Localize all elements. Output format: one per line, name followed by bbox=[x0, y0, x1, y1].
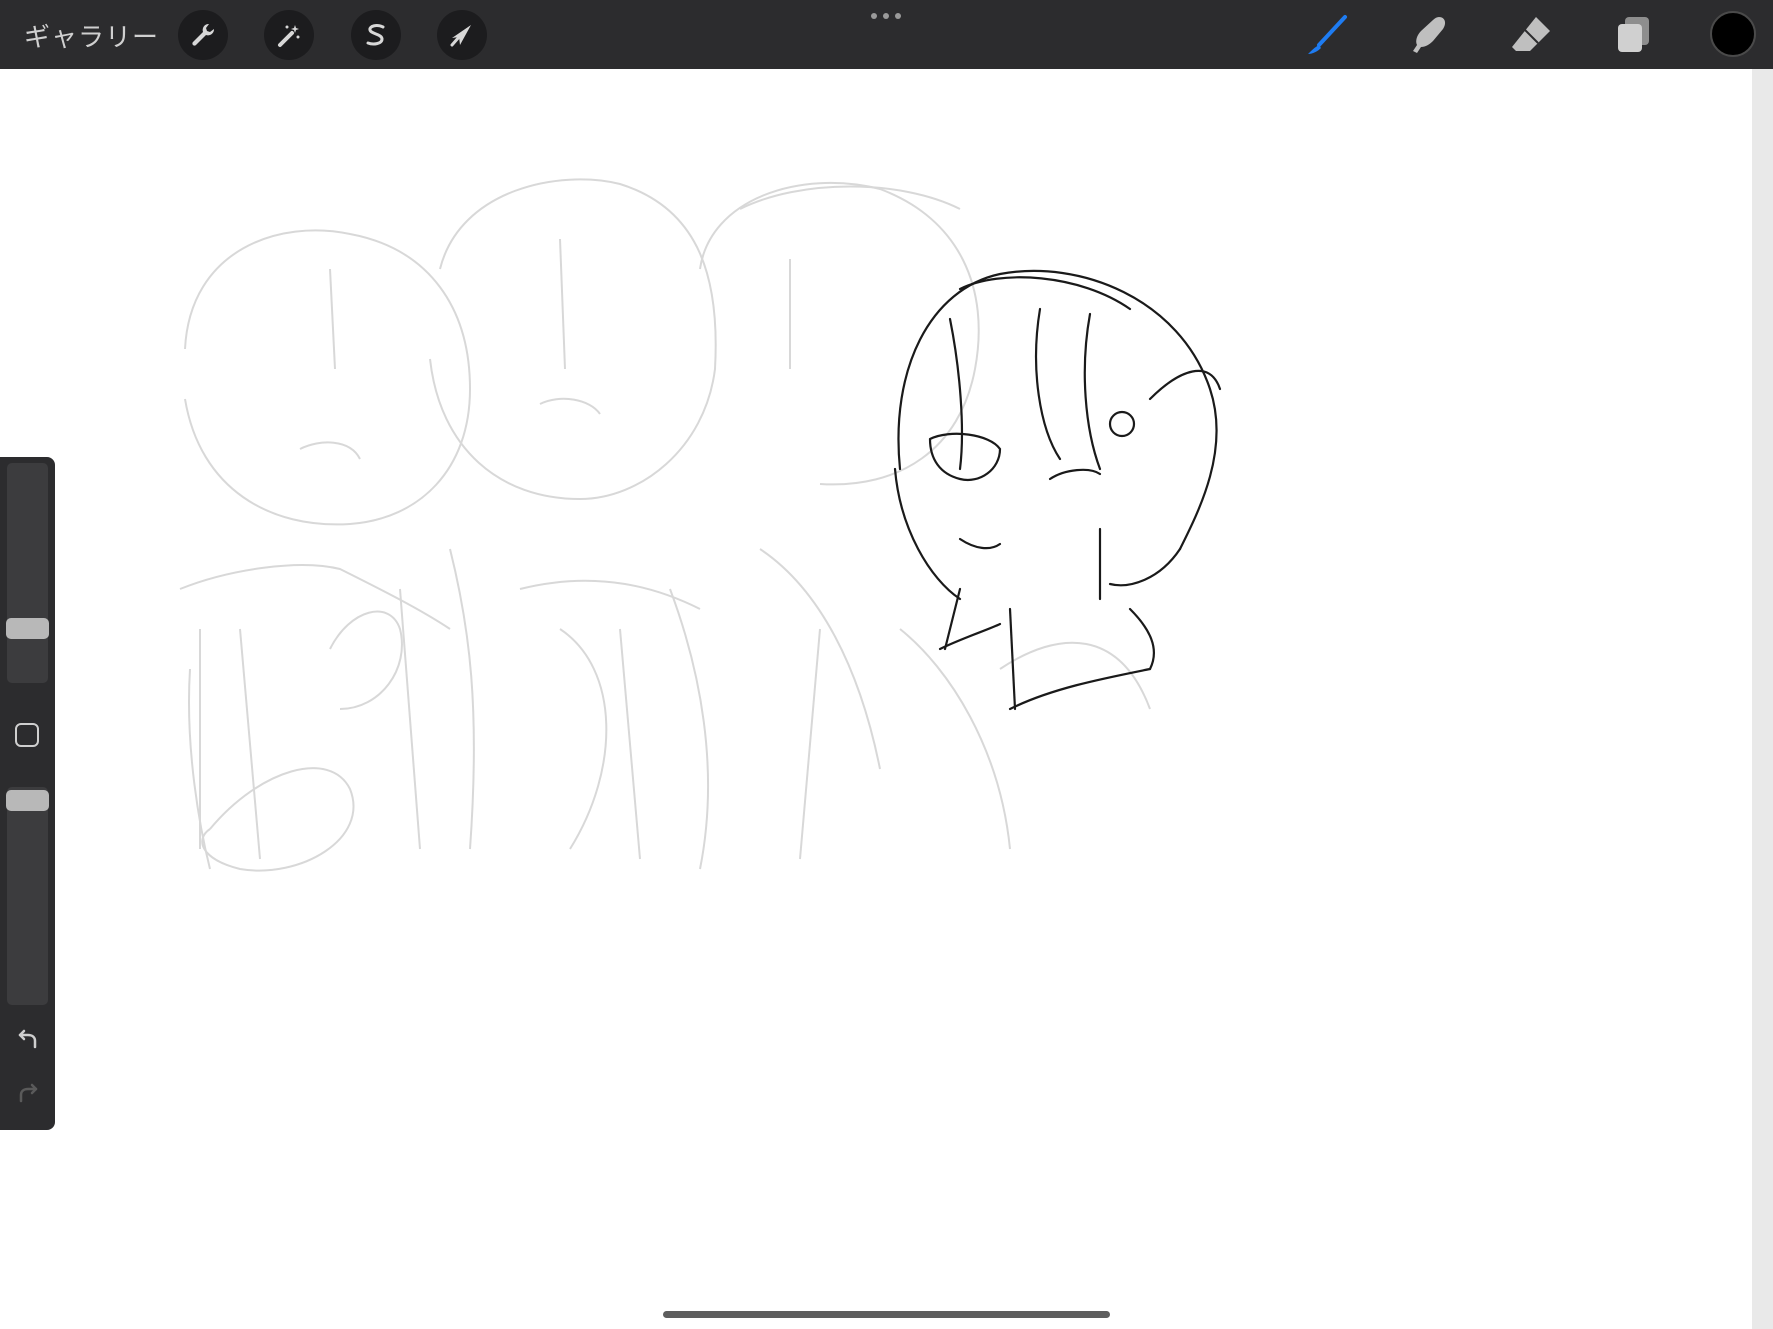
actions-button[interactable] bbox=[178, 10, 228, 60]
redo-icon[interactable] bbox=[13, 1079, 43, 1109]
adjustments-button[interactable] bbox=[264, 10, 314, 60]
home-indicator[interactable] bbox=[663, 1311, 1110, 1318]
left-sidebar bbox=[0, 457, 55, 1130]
wrench-icon bbox=[192, 23, 215, 46]
gallery-button[interactable]: ギャラリー bbox=[24, 17, 159, 54]
layers-icon bbox=[1618, 17, 1649, 52]
eraser-icon bbox=[1512, 17, 1550, 51]
ellipsis-icon[interactable] bbox=[871, 10, 901, 22]
brush-button[interactable] bbox=[1302, 12, 1352, 58]
transform-button[interactable] bbox=[437, 10, 487, 60]
drawing-canvas[interactable] bbox=[0, 69, 1752, 1329]
layers-button[interactable] bbox=[1608, 12, 1658, 58]
canvas-edge bbox=[1752, 69, 1773, 1329]
undo-icon[interactable] bbox=[13, 1025, 43, 1055]
magic-wand-icon bbox=[278, 25, 300, 47]
eraser-button[interactable] bbox=[1506, 12, 1556, 58]
brush-icon bbox=[1308, 15, 1347, 54]
brush-size-slider[interactable] bbox=[7, 463, 48, 683]
smudge-button[interactable] bbox=[1404, 12, 1454, 58]
color-picker-button[interactable] bbox=[1710, 11, 1756, 57]
sketch-artwork bbox=[179, 178, 1222, 872]
arrow-cursor-icon bbox=[450, 25, 471, 47]
smudge-icon bbox=[1413, 17, 1446, 53]
modify-button[interactable] bbox=[15, 723, 39, 747]
opacity-slider[interactable] bbox=[7, 787, 48, 1005]
selection-button[interactable] bbox=[351, 10, 401, 60]
top-toolbar: ギャラリー bbox=[0, 0, 1773, 69]
selection-s-icon bbox=[366, 24, 385, 46]
brush-size-slider-thumb[interactable] bbox=[6, 618, 49, 640]
opacity-slider-thumb[interactable] bbox=[6, 789, 49, 811]
